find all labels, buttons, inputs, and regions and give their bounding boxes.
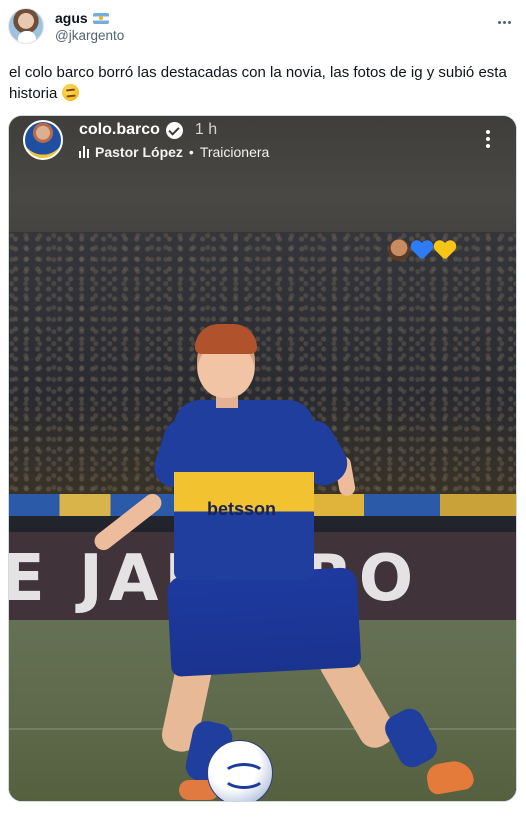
more-options-icon[interactable] (494, 12, 514, 32)
author-display-name[interactable]: agus (55, 10, 88, 26)
music-song: Traicionera (199, 144, 270, 160)
story-avatar (23, 120, 63, 160)
author-name-row: agus (55, 10, 109, 26)
story-photo: E JANEIRO betsson (9, 232, 516, 801)
story-header: colo.barco 1 h Pastor López • Traicioner… (9, 116, 516, 232)
story-music: Pastor López • Traicionera (79, 144, 269, 160)
shirt-sponsor: betsson (207, 499, 277, 519)
football-player: betsson (9, 232, 516, 801)
verified-badge-icon (165, 121, 183, 139)
tweet-media-image[interactable]: colo.barco 1 h Pastor López • Traicioner… (8, 115, 517, 802)
music-artist: Pastor López (95, 144, 183, 160)
story-more-icon (486, 130, 490, 148)
tweet-text: el colo barco borró las destacadas con l… (9, 62, 514, 104)
tweet-body: el colo barco borró las destacadas con l… (9, 64, 507, 102)
story-user-row: colo.barco 1 h (79, 121, 217, 139)
author-handle[interactable]: @jkargento (55, 28, 124, 43)
tweet-header: agus @jkargento (8, 6, 518, 46)
thinking-face-icon (61, 84, 79, 101)
music-separator: • (188, 144, 194, 160)
author-avatar[interactable] (8, 8, 44, 44)
football-ball (207, 740, 273, 801)
music-bars-icon (79, 146, 89, 158)
story-time: 1 h (194, 121, 218, 138)
story-username: colo.barco (79, 121, 160, 138)
argentina-flag-icon (92, 12, 109, 24)
